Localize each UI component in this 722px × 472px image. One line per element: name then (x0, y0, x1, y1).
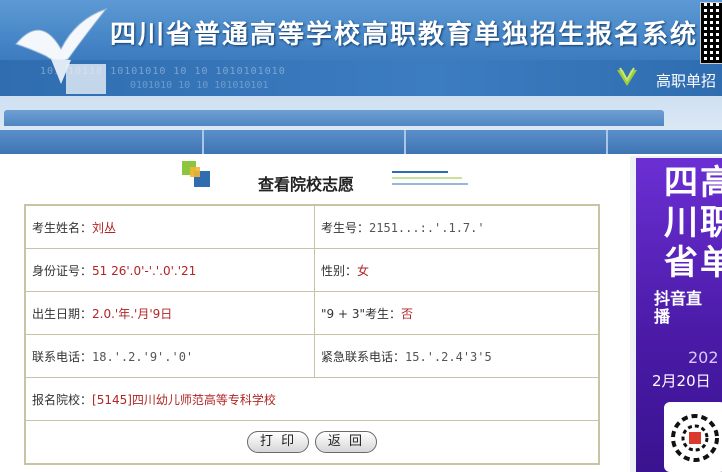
print-button[interactable]: 打 印 (246, 431, 310, 453)
ninethree-value: 否 (401, 306, 414, 321)
douyin-live-label: 抖音直播 (654, 289, 703, 326)
leaf-v-icon (617, 67, 637, 86)
system-title: 四川省普通高等学校高职教育单独招生报名系统 (110, 20, 699, 50)
table-row: 身份证号：51 26'.0'-'.'.0'.'21 性别：女 (24, 248, 600, 292)
table-row: 报名院校：[5145]四川幼儿师范高等专科学校 (24, 377, 600, 421)
page-heading: 查看院校志愿 (0, 156, 622, 196)
poster-qr-icon (664, 402, 722, 472)
phone-label: 联系电话： (32, 349, 93, 364)
id-label: 身份证号： (32, 263, 93, 278)
table-row: 考生姓名：刘丛 考生号：2151...:.'.1.7.' (24, 204, 600, 249)
poster-char: 职 (700, 203, 722, 243)
exam-no-cell: 考生号：2151...:.'.1.7.' (314, 204, 600, 249)
table-row: 打 印 返 回 (24, 420, 600, 465)
emergency-phone-cell: 紧急联系电话：15.'.2.4'3'5 (314, 334, 600, 378)
school-cell: 报名院校：[5145]四川幼儿师范高等专科学校 (24, 377, 600, 421)
gender-cell: 性别：女 (314, 248, 600, 292)
exam-no-value: 2151...:.'.1.7.' (369, 220, 485, 235)
name-label: 考生姓名： (32, 220, 93, 235)
menu-separator (606, 130, 608, 154)
seagull-logo-icon (15, 7, 108, 94)
qr-code-icon (700, 2, 722, 64)
header-banner: 101010110 10101010 10 10 1010101010 0101… (0, 0, 722, 96)
applicant-info-table: 考生姓名：刘丛 考生号：2151...:.'.1.7.' 身份证号：51 26'… (24, 204, 600, 465)
dob-value: 2.0.'年.'月'9日 (92, 306, 173, 321)
poster-char: 省 (664, 243, 698, 283)
poster-char: 单 (700, 243, 722, 283)
dob-cell: 出生日期：2.0.'年.'月'9日 (24, 291, 315, 335)
menu-separator (404, 130, 406, 154)
table-row: 出生日期：2.0.'年.'月'9日 "9 + 3"考生：否 (24, 291, 600, 335)
poster-char: 川 (664, 203, 698, 243)
menu-separator (202, 130, 204, 154)
decorative-lines (392, 171, 468, 185)
school-value: [5145]四川幼儿师范高等专科学校 (92, 392, 276, 407)
emergency-phone-value: 15.'.2.4'3'5 (405, 349, 492, 364)
phone-cell: 联系电话：18.'.2.'9'.'0' (24, 334, 315, 378)
back-button[interactable]: 返 回 (314, 431, 378, 453)
school-label: 报名院校： (32, 392, 93, 407)
ninethree-label: "9 + 3"考生： (321, 306, 401, 321)
poster-year: 202 (688, 348, 719, 367)
gender-label: 性别： (321, 263, 358, 278)
name-value: 刘丛 (92, 220, 117, 235)
promo-poster[interactable]: 四 高 川 职 省 单 抖音直播 202 2月20日 (636, 158, 722, 472)
cube-icon (182, 161, 210, 187)
exam-no-label: 考生号： (321, 220, 370, 235)
poster-char: 四 (664, 163, 698, 203)
gender-value: 女 (357, 263, 370, 278)
name-cell: 考生姓名：刘丛 (24, 204, 315, 249)
phone-value: 18.'.2.'9'.'0' (92, 349, 194, 364)
top-nav (0, 96, 722, 130)
banner-digits-2: 0101010 10 10 101010101 (130, 80, 269, 91)
id-cell: 身份证号：51 26'.0'-'.'.0'.'21 (24, 248, 315, 292)
table-row: 联系电话：18.'.2.'9'.'0' 紧急联系电话：15.'.2.4'3'5 (24, 334, 600, 378)
top-nav-bar (4, 110, 664, 126)
dob-label: 出生日期： (32, 306, 93, 321)
id-value: 51 26'.0'-'.'.0'.'21 (92, 263, 197, 278)
banner-subtitle: 高职单招 (656, 72, 717, 90)
menu-bar (0, 130, 722, 154)
page-title: 查看院校志愿 (258, 175, 355, 194)
poster-char: 高 (700, 163, 722, 203)
emergency-phone-label: 紧急联系电话： (321, 349, 406, 364)
ninethree-cell: "9 + 3"考生：否 (314, 291, 600, 335)
actions-cell: 打 印 返 回 (24, 420, 600, 465)
poster-date: 2月20日 (652, 372, 711, 390)
